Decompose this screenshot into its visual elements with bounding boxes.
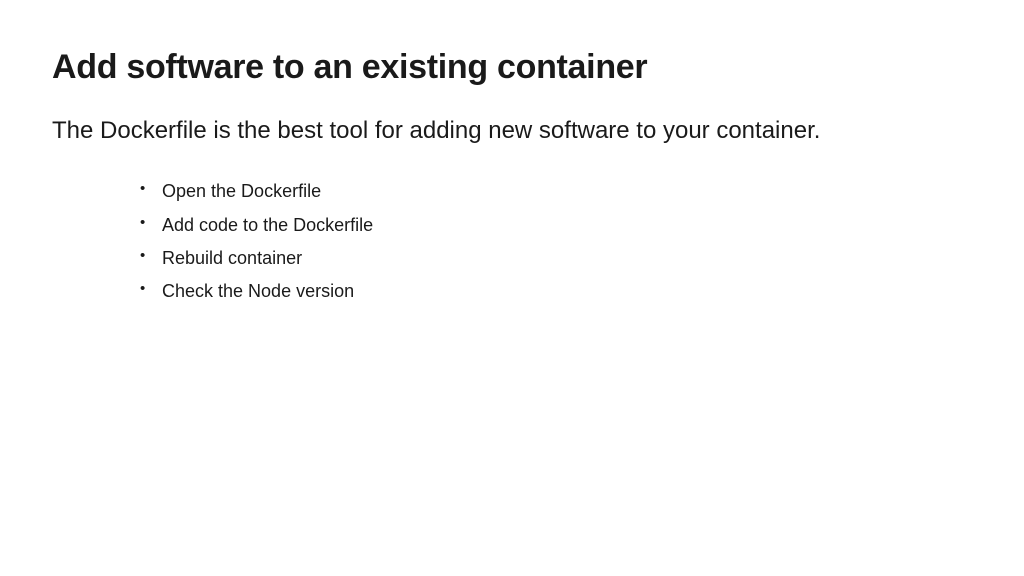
list-item: Rebuild container [162, 242, 972, 275]
list-item: Check the Node version [162, 275, 972, 308]
slide-title: Add software to an existing container [52, 48, 972, 87]
bullet-list: Open the Dockerfile Add code to the Dock… [52, 175, 972, 308]
slide-subtitle: The Dockerfile is the best tool for addi… [52, 115, 932, 147]
list-item: Add code to the Dockerfile [162, 209, 972, 242]
list-item: Open the Dockerfile [162, 175, 972, 208]
